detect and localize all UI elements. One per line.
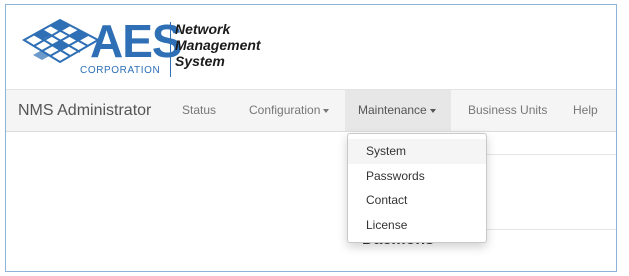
- logo-divider: [170, 22, 171, 77]
- logo-tagline-line: Network: [175, 21, 231, 37]
- nav-status-label: Status: [182, 103, 217, 117]
- logo-tagline-line: Management: [175, 37, 261, 53]
- nav-status[interactable]: Status: [169, 90, 229, 131]
- chevron-down-icon: [323, 108, 330, 113]
- logo-tagline-line: System: [175, 53, 225, 69]
- aes-globe-logo-icon: [22, 18, 100, 64]
- nav-configuration-label: Configuration: [249, 103, 321, 117]
- chevron-down-icon: [429, 108, 436, 113]
- menu-item-contact[interactable]: Contact: [348, 188, 486, 213]
- navbar-brand[interactable]: NMS Administrator: [18, 90, 151, 131]
- nav-help[interactable]: Help: [560, 90, 611, 131]
- main-content: Daemons: [6, 132, 616, 271]
- nav-maintenance-label: Maintenance: [358, 103, 427, 117]
- top-navbar: NMS Administrator Status Configuration M…: [6, 89, 616, 132]
- nav-help-label: Help: [573, 103, 598, 117]
- maintenance-dropdown-menu: System Passwords Contact License: [347, 133, 487, 243]
- page-header: AES CORPORATION Network Management Syste…: [6, 5, 616, 89]
- logo-wordmark: AES: [90, 15, 183, 67]
- nav-business-units[interactable]: Business Units: [455, 90, 560, 131]
- nav-configuration[interactable]: Configuration: [236, 90, 342, 131]
- aes-logo[interactable]: AES CORPORATION Network Management Syste…: [20, 14, 290, 80]
- nav-maintenance[interactable]: Maintenance: [345, 90, 451, 131]
- nav-business-units-label: Business Units: [468, 103, 548, 117]
- logo-tagline: Network Management System: [175, 21, 261, 69]
- menu-item-passwords[interactable]: Passwords: [348, 164, 486, 189]
- window-frame: AES CORPORATION Network Management Syste…: [5, 4, 617, 272]
- menu-item-system[interactable]: System: [348, 139, 486, 164]
- menu-item-license[interactable]: License: [348, 213, 486, 238]
- logo-corporation-text: CORPORATION: [80, 65, 161, 76]
